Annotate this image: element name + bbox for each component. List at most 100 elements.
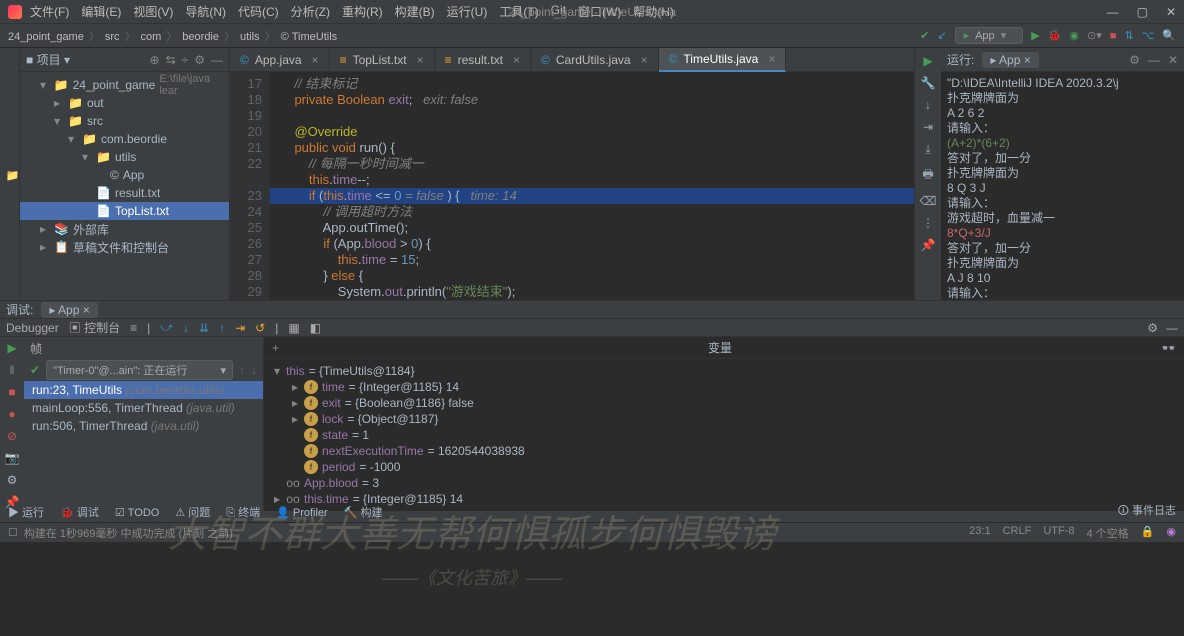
close-tab-icon[interactable]: × bbox=[513, 53, 520, 67]
next-frame-icon[interactable]: ↓ bbox=[251, 363, 257, 377]
tool-window-button[interactable]: ⚠ 问题 bbox=[175, 507, 210, 519]
menu-item[interactable]: 代码(C) bbox=[238, 3, 279, 20]
tool-window-button[interactable]: ▶ 运行 bbox=[8, 507, 44, 519]
tree-node[interactable]: ▾📁utils bbox=[20, 148, 229, 166]
menu-item[interactable]: 重构(R) bbox=[342, 3, 383, 20]
close-icon[interactable]: ✕ bbox=[1166, 5, 1176, 19]
debugger-tab[interactable]: Debugger bbox=[6, 321, 59, 335]
stack-frame[interactable]: run:23, TimeUtils (com.beordie.utils) bbox=[24, 381, 263, 399]
editor-tab[interactable]: ≡result.txt× bbox=[435, 48, 531, 72]
variable-row[interactable]: ▸ftime = {Integer@1185} 14 bbox=[264, 379, 1184, 395]
step-out-icon[interactable]: ↑ bbox=[219, 321, 225, 335]
close-tab-icon[interactable]: × bbox=[312, 53, 319, 67]
settings-icon[interactable]: ⚙ bbox=[194, 53, 205, 67]
ide-status-icon[interactable]: ◉ bbox=[1166, 525, 1176, 541]
menu-item[interactable]: 运行(U) bbox=[447, 3, 488, 20]
editor-tab[interactable]: ©App.java× bbox=[230, 48, 330, 72]
mute-bp-icon[interactable]: ⊘ bbox=[7, 429, 17, 443]
tool-settings-icon[interactable]: 🔧 bbox=[921, 76, 936, 90]
close-tab-icon[interactable]: × bbox=[417, 53, 424, 67]
tree-node[interactable]: 📄TopList.txt bbox=[20, 202, 229, 220]
build-icon[interactable]: ✔ bbox=[920, 29, 929, 42]
watch-view-icon[interactable]: ◧ bbox=[310, 321, 321, 335]
variable-row[interactable]: ▸oothis.time = {Integer@1185} 14 bbox=[264, 491, 1184, 507]
resume-icon[interactable]: ▶ bbox=[7, 341, 16, 355]
close-icon[interactable]: ✕ bbox=[1168, 53, 1178, 67]
select-opened-icon[interactable]: ⊕ bbox=[150, 53, 160, 67]
variables-tree[interactable]: ▾this = {TimeUtils@1184}▸ftime = {Intege… bbox=[264, 359, 1184, 511]
close-tab-icon[interactable]: × bbox=[768, 52, 775, 66]
scroll-icon[interactable]: ⤓ bbox=[925, 142, 930, 157]
expand-icon[interactable]: ⇆ bbox=[166, 53, 176, 67]
variable-row[interactable]: ▸fexit = {Boolean@1186} false bbox=[264, 395, 1184, 411]
view-breakpoints-icon[interactable]: ● bbox=[8, 407, 15, 421]
rerun-icon[interactable]: ▶ bbox=[923, 54, 932, 68]
tool-window-button[interactable]: 🔨 构建 bbox=[344, 507, 383, 519]
step-into-icon[interactable]: ↓ bbox=[183, 321, 189, 335]
tree-node[interactable]: ▾📁src bbox=[20, 112, 229, 130]
pause-icon[interactable]: ‖ bbox=[10, 363, 15, 377]
variable-row[interactable]: fstate = 1 bbox=[264, 427, 1184, 443]
stop-icon[interactable]: ■ bbox=[8, 385, 15, 399]
variable-row[interactable]: ▸flock = {Object@1187} bbox=[264, 411, 1184, 427]
run-to-cursor-icon[interactable]: ⇥ bbox=[235, 321, 245, 335]
coverage-icon[interactable]: ◉ bbox=[1069, 29, 1079, 42]
tree-node[interactable]: ▾📁com.beordie bbox=[20, 130, 229, 148]
tool-window-button[interactable]: ⎘ 终端 bbox=[226, 507, 260, 519]
menu-item[interactable]: 视图(V) bbox=[133, 3, 173, 20]
collapse-icon[interactable]: ÷ bbox=[182, 53, 189, 67]
breadcrumb[interactable]: 24_point_game〉src〉com〉beordie〉utils〉© Ti… bbox=[8, 28, 337, 44]
variable-row[interactable]: fnextExecutionTime = 1620544038938 bbox=[264, 443, 1184, 459]
profile-icon[interactable]: ⊙▾ bbox=[1087, 29, 1102, 42]
prev-frame-icon[interactable]: ↑ bbox=[239, 363, 245, 377]
hide-icon[interactable]: — bbox=[211, 53, 223, 67]
run-icon[interactable]: ▶ bbox=[1031, 29, 1039, 42]
stack-frame[interactable]: run:506, TimerThread (java.util) bbox=[24, 417, 263, 435]
run-config-tab[interactable]: ▸ App × bbox=[982, 52, 1038, 68]
tree-node[interactable]: ▸📚外部库 bbox=[20, 220, 229, 238]
editor-tab[interactable]: ≡TopList.txt× bbox=[330, 48, 435, 72]
tool-window-button[interactable]: 🐞 调试 bbox=[60, 507, 99, 519]
variable-row[interactable]: ▾this = {TimeUtils@1184} bbox=[264, 363, 1184, 379]
menu-item[interactable]: 导航(N) bbox=[185, 3, 226, 20]
code-editor[interactable]: 1718192021222324252627282930 // 结束标记 pri… bbox=[230, 72, 914, 300]
frames-list[interactable]: run:23, TimeUtils (com.beordie.utils)mai… bbox=[24, 381, 263, 435]
print-icon[interactable]: 🖶 bbox=[922, 165, 933, 186]
drop-frame-icon[interactable]: ↺ bbox=[255, 321, 265, 335]
camera-icon[interactable]: 📷 bbox=[5, 451, 20, 465]
stop-icon[interactable]: ■ bbox=[1110, 30, 1117, 42]
pin-icon[interactable]: 📌 bbox=[921, 238, 936, 252]
gear-icon[interactable]: ⚙ bbox=[1147, 321, 1158, 335]
force-step-icon[interactable]: ⇊ bbox=[199, 321, 209, 335]
event-log-button[interactable]: 🛈 事件日志 bbox=[1118, 502, 1176, 521]
minimize-icon[interactable]: — bbox=[1166, 321, 1178, 335]
menu-item[interactable]: 文件(F) bbox=[30, 3, 69, 20]
variable-row[interactable]: ooApp.blood = 3 bbox=[264, 475, 1184, 491]
git-branch-icon[interactable]: ⌥ bbox=[1142, 29, 1155, 42]
run-config-selector[interactable]: ▸App▾ bbox=[955, 27, 1024, 44]
project-tool-button[interactable]: 📁 bbox=[6, 170, 19, 183]
menu-item[interactable]: 分析(Z) bbox=[291, 3, 330, 20]
clear-icon[interactable]: ⌫ bbox=[920, 194, 937, 208]
editor-tab[interactable]: ©TimeUtils.java× bbox=[659, 48, 787, 72]
wrap-icon[interactable]: ⇥ bbox=[923, 120, 933, 134]
variable-row[interactable]: fperiod = -1000 bbox=[264, 459, 1184, 475]
settings-icon[interactable]: ⚙ bbox=[7, 473, 18, 487]
tree-node[interactable]: ©App bbox=[20, 166, 229, 184]
sync-icon[interactable]: ↙ bbox=[937, 29, 946, 42]
step-over-icon[interactable]: ⤻ bbox=[160, 320, 173, 335]
console-tab[interactable]: ▣ 控制台 bbox=[69, 319, 120, 336]
maximize-icon[interactable]: ▢ bbox=[1137, 5, 1148, 19]
minimize-icon[interactable]: — bbox=[1107, 5, 1119, 19]
file-encoding[interactable]: UTF-8 bbox=[1043, 525, 1074, 541]
down-icon[interactable]: ↓ bbox=[925, 98, 931, 112]
run-console[interactable]: "D:\IDEA\IntelliJ IDEA 2020.3.2\j扑克牌牌面为A… bbox=[941, 72, 1184, 300]
tree-node[interactable]: 📄result.txt bbox=[20, 184, 229, 202]
debug-icon[interactable]: 🐞 bbox=[1048, 29, 1062, 42]
project-tree[interactable]: ▾📁24_point_game E:\file\java lear▸📁out▾📁… bbox=[20, 72, 229, 260]
tree-node[interactable]: ▸📋草稿文件和控制台 bbox=[20, 238, 229, 256]
minimize-icon[interactable]: — bbox=[1148, 53, 1160, 67]
editor-tab[interactable]: ©CardUtils.java× bbox=[531, 48, 659, 72]
git-update-icon[interactable]: ⇅ bbox=[1124, 29, 1133, 42]
caret-position[interactable]: 23:1 bbox=[969, 525, 990, 541]
